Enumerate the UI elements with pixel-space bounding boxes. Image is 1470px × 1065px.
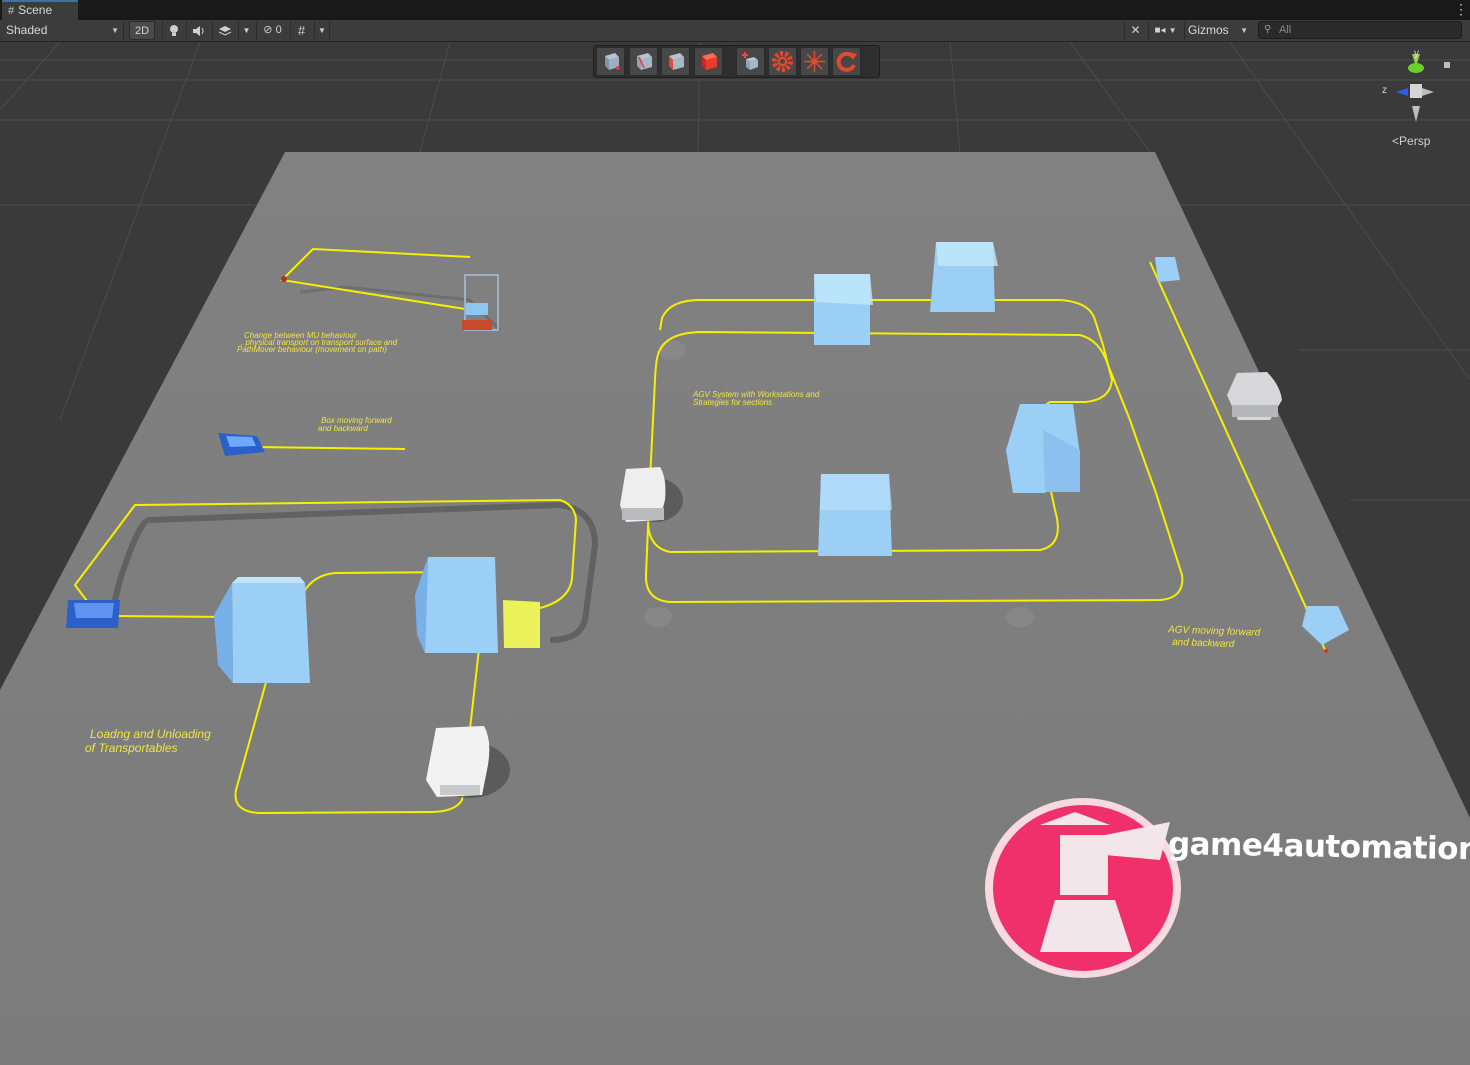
grid-button[interactable]: # <box>290 21 312 40</box>
search-placeholder: All <box>1279 24 1292 36</box>
toggle-2d-label: 2D <box>134 25 150 37</box>
tab-scene-label: Scene <box>18 3 53 17</box>
projection-toggle[interactable]: <Persp <box>1392 134 1430 148</box>
transported-box[interactable] <box>466 303 488 315</box>
rotate-cube-icon[interactable] <box>661 47 690 76</box>
toggle-2d-button[interactable]: 2D <box>129 21 155 40</box>
camera-icon: ■◂ <box>1154 25 1166 36</box>
lightbulb-icon <box>169 25 178 36</box>
draw-mode-dropdown[interactable]: Shaded ▼ <box>0 21 124 40</box>
chevron-down-icon: ▼ <box>242 26 251 35</box>
draw-mode-label: Shaded <box>6 23 48 37</box>
x-axis-cone-icon <box>1422 88 1434 96</box>
tool-handles-bar <box>593 45 880 78</box>
move-cube-icon[interactable] <box>629 47 658 76</box>
hidden-objects-button[interactable]: ⊘ 0 <box>256 21 288 40</box>
scene-toolbar: Shaded ▼ 2D ▼ ⊘ 0 # ▼ ✕ ■◂ ▼ Gizmos ▼ ⚲ … <box>0 20 1470 42</box>
hidden-count: 0 <box>275 24 282 36</box>
effects-dropdown[interactable]: ▼ <box>238 21 254 40</box>
refresh-arrow-icon[interactable] <box>832 47 861 76</box>
chevron-down-icon: ▼ <box>1168 26 1177 35</box>
workstation-cube[interactable] <box>818 474 892 556</box>
lighting-toggle-button[interactable] <box>162 21 184 40</box>
chevron-down-icon: ▼ <box>1240 26 1248 35</box>
game4automation-logo <box>985 798 1181 978</box>
wrench-cross-icon: ✕ <box>1130 23 1141 37</box>
effects-button[interactable] <box>212 21 236 40</box>
settings-gear-icon[interactable] <box>768 47 797 76</box>
layers-icon <box>218 26 231 36</box>
tools-button[interactable]: ✕ <box>1124 21 1146 40</box>
loading-station-yellow[interactable] <box>503 600 540 648</box>
orientation-gizmo[interactable]: y z <box>1378 46 1458 132</box>
tab-scene[interactable]: # Scene <box>2 0 78 20</box>
view-tool-cube-icon[interactable] <box>596 47 625 76</box>
grid-icon: # <box>297 23 306 38</box>
gizmos-dropdown[interactable]: Gizmos ▼ <box>1184 21 1252 40</box>
gizmos-label: Gizmos <box>1188 23 1229 37</box>
kebab-menu-icon[interactable]: ⋮ <box>1454 1 1468 17</box>
search-input[interactable]: ⚲ All <box>1258 21 1462 39</box>
path-start-marker <box>281 276 287 282</box>
gizmo-z-label: z <box>1382 85 1387 96</box>
chevron-left-icon: < <box>1392 134 1400 148</box>
projection-label: Persp <box>1399 134 1431 148</box>
search-icon: ⚲ <box>1264 24 1272 35</box>
audio-toggle-button[interactable] <box>186 21 210 40</box>
scene-viewport[interactable] <box>0 42 1470 1065</box>
lock-icon <box>1444 62 1450 68</box>
scale-cube-red-icon[interactable] <box>694 47 723 76</box>
camera-button[interactable]: ■◂ ▼ <box>1148 21 1182 40</box>
path-end-marker <box>1324 649 1328 653</box>
chevron-down-icon: ▼ <box>111 26 119 35</box>
editor-tab-bar: # Scene ⋮ <box>0 0 1470 21</box>
grid-dropdown[interactable]: ▼ <box>314 21 330 40</box>
eye-slash-icon: ⊘ <box>263 24 273 36</box>
grid-hash-icon: # <box>8 5 15 17</box>
z-axis-cone-icon <box>1396 88 1408 96</box>
station-cube[interactable] <box>214 577 310 683</box>
add-sensor-icon[interactable] <box>736 47 765 76</box>
gizmo-y-label: y <box>1414 48 1419 59</box>
speaker-icon <box>192 26 203 36</box>
workstation-cube[interactable] <box>814 274 873 345</box>
agv-robot[interactable] <box>1227 372 1282 420</box>
chevron-down-icon: ▼ <box>318 26 326 35</box>
drive-spark-icon[interactable] <box>800 47 829 76</box>
workstation-cube[interactable] <box>930 242 998 312</box>
workstation-cube[interactable] <box>1006 404 1080 493</box>
mover-unit[interactable] <box>462 320 492 330</box>
station-cube[interactable] <box>415 557 498 653</box>
